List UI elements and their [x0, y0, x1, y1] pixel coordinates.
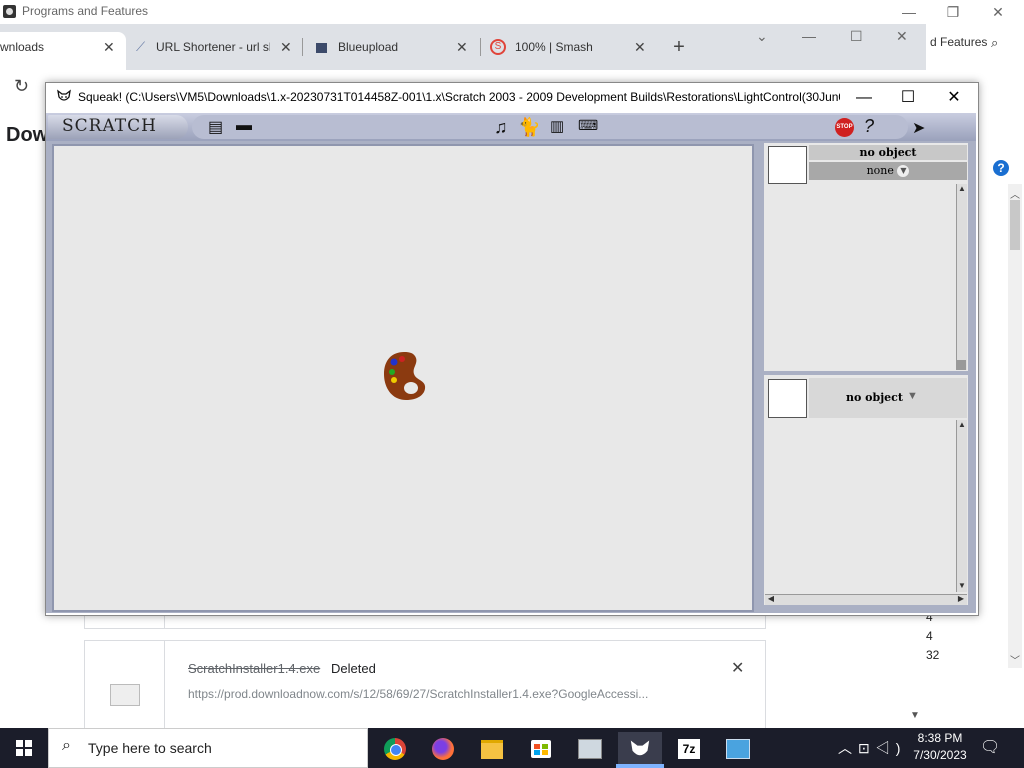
squeak-maximize-button[interactable]: ☐ — [888, 86, 928, 110]
url-shortener-favicon-icon: ⟋ — [136, 39, 146, 54]
squeak-minimize-button[interactable]: — — [844, 86, 884, 110]
tab-separator — [480, 38, 481, 56]
tab-close-icon[interactable]: ✕ — [634, 32, 646, 62]
download-filename[interactable]: ScratchInstaller1.4.exe — [188, 661, 320, 676]
tab-separator — [302, 38, 303, 56]
pf-list-value: 32 — [926, 648, 940, 662]
pf-close-button[interactable]: ✕ — [983, 2, 1013, 22]
page-title: Dow — [6, 124, 49, 146]
cat-sprite-icon[interactable]: 🐈 — [518, 117, 540, 138]
search-icon: ⌕ — [62, 737, 71, 754]
sprite-thumbnail[interactable] — [768, 146, 807, 184]
system-tray-icons[interactable]: ︿⊡◁) — [838, 738, 906, 758]
scroll-up-icon[interactable]: ▲ — [957, 184, 967, 193]
tab-close-icon[interactable]: ✕ — [280, 32, 292, 62]
download-status: Deleted — [331, 661, 376, 676]
chrome-scroll-down-icon[interactable]: ▼ — [910, 710, 920, 721]
tab-downloads[interactable]: wnloads ✕ — [0, 32, 126, 70]
paint-palette-icon[interactable] — [384, 350, 426, 402]
tab-title: wnloads — [0, 40, 45, 54]
tab-title: 100% | Smash — [515, 40, 593, 54]
control-panel-taskbar-icon[interactable] — [716, 732, 760, 764]
pf-scrollbar-thumb[interactable] — [1010, 200, 1020, 250]
taskbar-clock-date[interactable]: 7/30/2023 — [906, 748, 974, 762]
windows-start-icon[interactable] — [0, 728, 48, 768]
programs-features-icon — [3, 5, 16, 18]
script-page-icon[interactable]: ▤ — [208, 117, 223, 137]
blueupload-favicon-icon — [316, 43, 327, 53]
object-panel-scrollbar[interactable]: ▲ — [956, 420, 967, 592]
notification-icon[interactable]: 🗨 — [980, 737, 1000, 757]
object-select-dropdown[interactable]: none ▼ — [809, 162, 967, 180]
programs-features-title: Programs and Features — [22, 4, 149, 18]
pf-scroll-down-icon[interactable]: ﹀ — [1008, 652, 1022, 667]
pf-list-value: 4 — [926, 629, 933, 643]
taskbar-clock-time[interactable]: 8:38 PM — [912, 731, 968, 745]
tab-close-icon[interactable]: ✕ — [456, 32, 468, 62]
chevron-down-icon: ▼ — [897, 165, 910, 177]
pf-scrollbar[interactable] — [1008, 184, 1022, 668]
tab-title: Blueupload — [338, 40, 399, 54]
download-remove-button[interactable]: ✕ — [731, 658, 744, 678]
object-name-label: no object — [846, 391, 903, 404]
pf-scroll-up-icon[interactable]: ︿ — [1008, 186, 1022, 201]
squeak-mouse-icon — [630, 740, 650, 756]
squeak-taskbar-icon[interactable] — [618, 732, 662, 764]
chrome-close-button[interactable]: ✕ — [896, 28, 908, 45]
scroll-down-icon[interactable]: ▼ — [957, 581, 967, 590]
presentation-stage-icon[interactable]: ▬ — [236, 117, 252, 135]
stop-button[interactable]: STOP — [835, 118, 854, 137]
pf-help-icon[interactable]: ? — [993, 160, 1009, 176]
active-app-indicator — [616, 764, 664, 768]
scroll-up-icon[interactable]: ▲ — [957, 420, 967, 429]
keyboard-icon[interactable]: ⌨ — [578, 117, 598, 134]
object-thumbnail[interactable] — [768, 379, 807, 418]
scratch-logo: SCRATCH — [62, 116, 157, 136]
mouse-cursor-icon: ➤ — [912, 120, 926, 137]
squeak-close-button[interactable]: ✕ — [934, 86, 974, 110]
new-tab-button[interactable]: + — [668, 36, 690, 58]
scrollbar-thumb[interactable] — [957, 360, 966, 370]
sprite-panel-scrollbar[interactable]: ▲ — [956, 184, 967, 370]
programs-features-titlebar — [0, 0, 1024, 24]
tab-url-shortener[interactable]: ⟋ URL Shortener - url sh ✕ — [126, 32, 302, 70]
scroll-left-icon[interactable]: ◀ — [766, 594, 776, 603]
object-panel-hscrollbar[interactable] — [765, 594, 967, 605]
7zip-taskbar-icon[interactable]: 7z — [667, 732, 711, 764]
pf-minimize-button[interactable]: — — [894, 2, 924, 22]
chevron-down-icon[interactable]: ▼ — [907, 390, 918, 402]
chrome-taskbar-icon[interactable] — [373, 732, 417, 764]
taskbar-search-placeholder: Type here to search — [88, 740, 212, 756]
tab-title: URL Shortener - url sh — [156, 40, 270, 54]
tab-smash[interactable]: S 100% | Smash ✕ — [482, 32, 662, 70]
download-card — [84, 640, 766, 729]
tab-search-icon[interactable]: ⌄ — [756, 28, 768, 45]
chrome-maximize-button[interactable]: ☐ — [850, 28, 863, 45]
reload-icon[interactable]: ↻ — [14, 76, 29, 97]
image-viewer-taskbar-icon[interactable] — [568, 732, 612, 764]
pf-maximize-button[interactable]: ❐ — [938, 2, 968, 22]
squeak-window-title: Squeak! (C:\Users\VM5\Downloads\1.x-2023… — [78, 90, 840, 104]
music-note-icon[interactable]: ♫ — [494, 117, 508, 138]
help-button[interactable]: ? — [864, 116, 874, 137]
file-explorer-taskbar-icon[interactable] — [470, 732, 514, 764]
scroll-right-icon[interactable]: ▶ — [956, 594, 966, 603]
download-card-divider — [164, 640, 165, 728]
chrome-minimize-button[interactable]: — — [802, 28, 816, 44]
file-icon — [110, 684, 140, 706]
tab-close-icon[interactable]: ✕ — [103, 32, 115, 62]
smash-favicon-icon: S — [490, 39, 506, 55]
tab-blueupload[interactable]: Blueupload ✕ — [304, 32, 480, 70]
film-strip-icon[interactable]: ▥ — [550, 117, 564, 135]
pf-search-icon[interactable]: ⌕ — [991, 35, 998, 51]
firefox-taskbar-icon[interactable] — [421, 732, 465, 764]
squeak-mouse-icon — [57, 89, 71, 101]
object-select-value: none — [866, 164, 894, 177]
store-taskbar-icon[interactable] — [519, 732, 563, 764]
download-url[interactable]: https://prod.downloadnow.com/s/12/58/69/… — [188, 687, 648, 701]
object-name-label: no object — [809, 145, 967, 160]
